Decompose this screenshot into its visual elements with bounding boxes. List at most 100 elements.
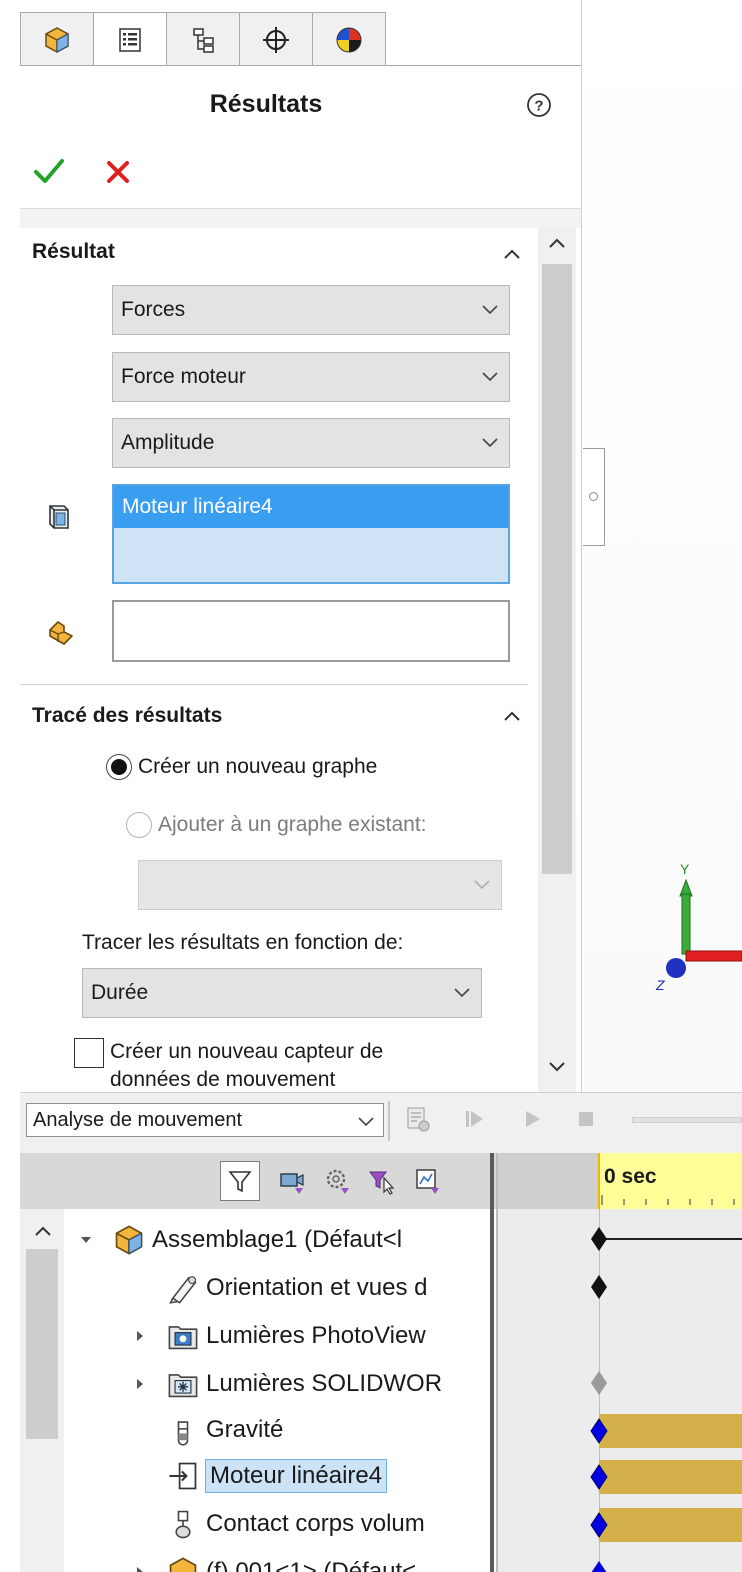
group-separator xyxy=(20,684,528,685)
caret-right-icon xyxy=(137,1331,143,1341)
funnel-cursor-icon xyxy=(369,1171,395,1195)
study-type-value: Analyse de mouvement xyxy=(33,1108,243,1131)
scroll-up-icon[interactable] xyxy=(34,1225,52,1237)
tree-item-part[interactable]: (f) 001<1> (Défaut< xyxy=(130,1549,416,1572)
playback-slider[interactable] xyxy=(632,1117,742,1123)
tab-configuration-manager[interactable] xyxy=(166,12,240,66)
expand-toggle[interactable] xyxy=(76,1230,96,1250)
timeline-keys xyxy=(590,1227,742,1572)
tab-property-manager[interactable] xyxy=(93,12,167,66)
filter-driving-button[interactable] xyxy=(272,1161,312,1201)
result-group-collapse-button[interactable] xyxy=(498,240,526,268)
toolbar-separator xyxy=(388,1101,390,1141)
scroll-down-icon[interactable] xyxy=(547,1060,567,1074)
crosshair-icon xyxy=(263,26,289,53)
plot-against-select[interactable]: Durée xyxy=(82,968,482,1018)
tree-item-label: (f) 001<1> (Défaut< xyxy=(206,1558,417,1572)
result-component-select[interactable]: Amplitude xyxy=(112,418,510,468)
graph-filter-icon xyxy=(416,1169,439,1194)
new-sensor-label: Créer un nouveau capteur de données de m… xyxy=(110,1038,383,1092)
filter-results-button[interactable] xyxy=(362,1161,402,1201)
tree-item-gravity[interactable]: Gravité xyxy=(130,1407,283,1453)
caret-down-icon xyxy=(81,1237,91,1243)
panel-collapse-handle[interactable] xyxy=(583,448,605,546)
tree-filter-toolbar xyxy=(20,1153,496,1209)
timeline-ticks xyxy=(601,1195,735,1205)
panel-scrollbar[interactable] xyxy=(538,228,576,1092)
existing-graph-select[interactable] xyxy=(138,860,502,910)
key-lights xyxy=(591,1371,607,1395)
reference-selection-field[interactable] xyxy=(112,600,510,662)
camera-filter-icon xyxy=(280,1173,304,1194)
tab-feature-manager[interactable] xyxy=(20,12,94,66)
result-component-value: Amplitude xyxy=(121,431,215,454)
new-graph-radio[interactable]: Créer un nouveau graphe xyxy=(106,754,377,780)
chevron-up-icon xyxy=(504,249,520,259)
motion-manager: Analyse de mouvement Assemblage1 (Défaut… xyxy=(20,1092,742,1572)
timebar-motor xyxy=(599,1460,742,1494)
calculate-icon[interactable] xyxy=(404,1105,432,1133)
timeline-scale[interactable]: 0 sec xyxy=(598,1153,742,1209)
timeline-area[interactable]: 0 sec xyxy=(498,1153,742,1572)
tree-scrollbar-thumb[interactable] xyxy=(26,1249,58,1439)
scroll-up-icon[interactable] xyxy=(547,236,567,250)
new-graph-label: Créer un nouveau graphe xyxy=(138,755,378,778)
motor-selection-list[interactable]: Moteur linéaire4 xyxy=(112,484,510,584)
cancel-button[interactable] xyxy=(102,156,134,188)
expand-toggle[interactable] xyxy=(130,1562,150,1572)
svg-text:Y: Y xyxy=(680,861,690,877)
time-label: 0 sec xyxy=(604,1165,657,1188)
result-subcategory-value: Force moteur xyxy=(121,365,246,388)
filter-graph-button[interactable] xyxy=(408,1161,448,1201)
chevron-down-icon xyxy=(454,988,470,998)
expand-toggle[interactable] xyxy=(130,1326,150,1346)
solidworks-lights-folder-icon xyxy=(168,1374,198,1398)
chevron-down-icon xyxy=(482,305,498,315)
tree-item-linear-motor[interactable]: Moteur linéaire4 xyxy=(130,1453,388,1499)
filter-selected-button[interactable] xyxy=(318,1161,358,1201)
new-sensor-checkbox[interactable] xyxy=(74,1038,104,1068)
tree-item-label: Gravité xyxy=(206,1416,284,1443)
filter-icon xyxy=(228,1171,252,1193)
linear-motor-icon xyxy=(169,1462,197,1490)
gear-filter-icon xyxy=(326,1169,349,1194)
selection-item-motor[interactable]: Moteur linéaire4 xyxy=(114,486,508,528)
tree-item-label: Orientation et vues d xyxy=(206,1274,428,1301)
chevron-down-icon xyxy=(482,438,498,448)
expand-spacer xyxy=(130,1420,150,1440)
new-sensor-checkbox-row[interactable]: Créer un nouveau capteur de données de m… xyxy=(74,1038,383,1092)
tree-item-photoview-lights[interactable]: Lumières PhotoView xyxy=(130,1313,426,1359)
plot-group-collapse-button[interactable] xyxy=(498,702,526,730)
study-type-select[interactable]: Analyse de mouvement xyxy=(26,1103,384,1137)
radio-unselected xyxy=(126,812,152,838)
tree-item-assembly[interactable]: Assemblage1 (Défaut<l xyxy=(76,1217,402,1263)
play-icon[interactable] xyxy=(518,1105,546,1133)
add-existing-graph-radio[interactable]: Ajouter à un graphe existant: xyxy=(126,812,427,838)
tree-scrollbar[interactable] xyxy=(20,1209,64,1572)
caret-right-icon xyxy=(137,1379,143,1389)
chevron-down-icon xyxy=(482,372,498,382)
key-part xyxy=(591,1561,607,1572)
rewind-to-start-icon[interactable] xyxy=(460,1105,488,1133)
tree-item-solidworks-lights[interactable]: Lumières SOLIDWOR xyxy=(130,1361,442,1407)
tree-timeline-splitter[interactable] xyxy=(490,1153,494,1572)
filter-animated-button[interactable] xyxy=(220,1161,260,1201)
appearance-icon xyxy=(336,27,362,52)
tab-divider xyxy=(20,65,581,66)
result-category-select[interactable]: Forces xyxy=(112,285,510,335)
tab-display-manager[interactable] xyxy=(312,12,386,66)
tree-item-contact[interactable]: Contact corps volum xyxy=(130,1501,425,1547)
caret-right-icon xyxy=(137,1567,143,1572)
tree-item-label: Lumières SOLIDWOR xyxy=(206,1370,443,1397)
help-icon[interactable]: ? xyxy=(526,92,552,118)
ok-button[interactable] xyxy=(32,154,66,188)
result-subcategory-select[interactable]: Force moteur xyxy=(112,352,510,402)
stop-icon[interactable] xyxy=(572,1105,600,1133)
timebar-contact xyxy=(599,1508,742,1542)
tree-item-label: Lumières PhotoView xyxy=(206,1322,426,1349)
tree-item-orientation[interactable]: Orientation et vues d xyxy=(130,1265,427,1311)
key-assembly xyxy=(591,1227,607,1251)
tab-dimxpert-manager[interactable] xyxy=(239,12,313,66)
expand-toggle[interactable] xyxy=(130,1374,150,1394)
scrollbar-thumb[interactable] xyxy=(542,264,572,874)
